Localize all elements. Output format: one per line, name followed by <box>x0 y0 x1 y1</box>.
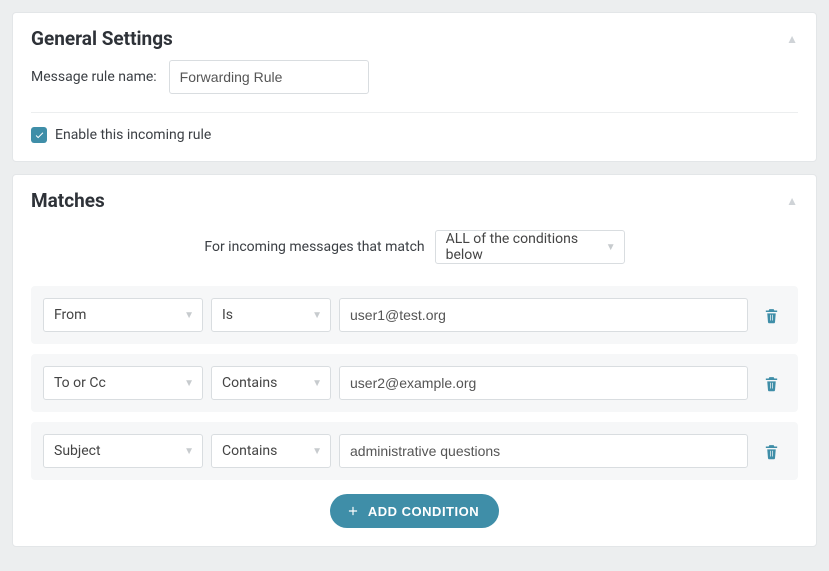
rule-name-label: Message rule name: <box>31 69 157 85</box>
check-icon <box>34 130 45 141</box>
enable-rule-checkbox-row: Enable this incoming rule <box>31 127 798 143</box>
matches-title: Matches <box>31 189 105 212</box>
matches-header[interactable]: Matches ▲ <box>13 175 816 222</box>
condition-field-select[interactable]: Subject ▼ <box>43 434 203 468</box>
collapse-caret-icon: ▲ <box>786 32 798 46</box>
trash-icon <box>763 443 780 460</box>
delete-condition-button[interactable] <box>756 443 786 460</box>
matches-panel: Matches ▲ For incoming messages that mat… <box>12 174 817 547</box>
condition-field-value: Subject <box>54 443 101 459</box>
trash-icon <box>763 307 780 324</box>
add-condition-label: ADD CONDITION <box>368 504 479 519</box>
chevron-down-icon: ▼ <box>184 378 194 389</box>
plus-icon <box>346 504 360 518</box>
condition-field-value: From <box>54 307 86 323</box>
condition-row: From ▼ Is ▼ <box>31 286 798 344</box>
collapse-caret-icon: ▲ <box>786 194 798 208</box>
chevron-down-icon: ▼ <box>312 378 322 389</box>
divider <box>31 112 798 113</box>
condition-operator-select[interactable]: Contains ▼ <box>211 366 331 400</box>
chevron-down-icon: ▼ <box>184 446 194 457</box>
match-mode-select[interactable]: ALL of the conditions below ▼ <box>435 230 625 264</box>
general-settings-header[interactable]: General Settings ▲ <box>13 13 816 60</box>
condition-row: Subject ▼ Contains ▼ <box>31 422 798 480</box>
match-mode-value: ALL of the conditions below <box>446 231 606 263</box>
condition-value-input[interactable] <box>339 434 748 468</box>
chevron-down-icon: ▼ <box>606 242 616 253</box>
condition-operator-select[interactable]: Contains ▼ <box>211 434 331 468</box>
condition-row: To or Cc ▼ Contains ▼ <box>31 354 798 412</box>
match-intro: For incoming messages that match ALL of … <box>31 230 798 264</box>
general-settings-body: Message rule name: Enable this incoming … <box>13 60 816 161</box>
condition-value-input[interactable] <box>339 298 748 332</box>
enable-rule-label: Enable this incoming rule <box>55 127 211 143</box>
condition-operator-select[interactable]: Is ▼ <box>211 298 331 332</box>
match-intro-text: For incoming messages that match <box>204 239 424 255</box>
delete-condition-button[interactable] <box>756 307 786 324</box>
enable-rule-checkbox[interactable] <box>31 127 47 143</box>
chevron-down-icon: ▼ <box>184 310 194 321</box>
rule-name-input[interactable] <box>169 60 369 94</box>
condition-operator-value: Is <box>222 307 233 323</box>
condition-operator-value: Contains <box>222 443 277 459</box>
condition-operator-value: Contains <box>222 375 277 391</box>
general-settings-panel: General Settings ▲ Message rule name: En… <box>12 12 817 162</box>
rule-name-row: Message rule name: <box>31 60 798 94</box>
condition-value-input[interactable] <box>339 366 748 400</box>
delete-condition-button[interactable] <box>756 375 786 392</box>
condition-field-select[interactable]: To or Cc ▼ <box>43 366 203 400</box>
chevron-down-icon: ▼ <box>312 310 322 321</box>
condition-field-select[interactable]: From ▼ <box>43 298 203 332</box>
condition-field-value: To or Cc <box>54 375 106 391</box>
matches-body: For incoming messages that match ALL of … <box>13 230 816 546</box>
trash-icon <box>763 375 780 392</box>
general-settings-title: General Settings <box>31 27 173 50</box>
chevron-down-icon: ▼ <box>312 446 322 457</box>
